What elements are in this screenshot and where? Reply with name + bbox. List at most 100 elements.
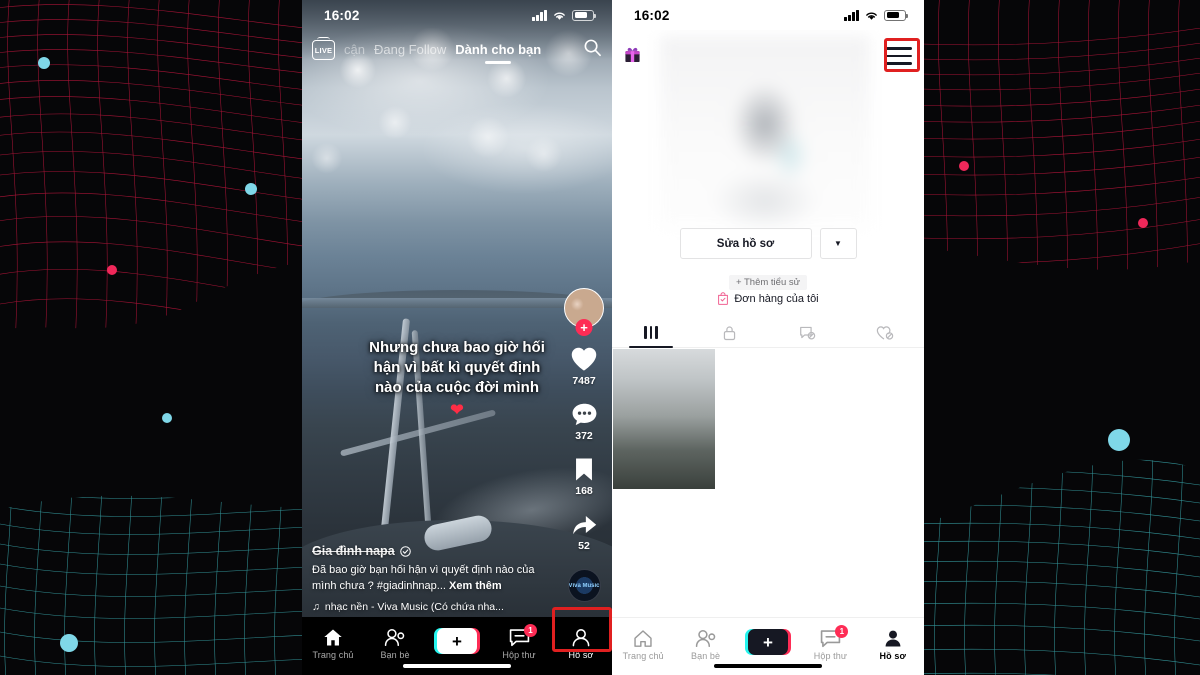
grid-icon: [644, 326, 658, 339]
video-action-rail: + 7487 372 168 52 Viva Music: [561, 288, 607, 602]
blurred-profile-info: [660, 36, 870, 228]
video-thumbnail[interactable]: [613, 349, 716, 489]
lock-icon: [723, 325, 735, 340]
tab-profile-right[interactable]: Hồ sơ: [865, 625, 921, 664]
bookmark-button[interactable]: 168: [573, 457, 595, 497]
status-bar-right: 16:02: [612, 0, 924, 30]
create-plus-icon[interactable]: +: [434, 628, 480, 654]
subtitle-line-3: nào của cuộc đời mình: [374, 378, 540, 396]
heart-emoji-icon: ❤: [450, 402, 464, 420]
background-dot: [1108, 429, 1130, 451]
tab-friends-right[interactable]: Bạn bè: [678, 625, 734, 664]
nav-tab-for-you[interactable]: Dành cho bạn: [455, 42, 541, 59]
subtitle-line-2: hận vì bất kì quyết định: [373, 358, 541, 376]
creator-avatar[interactable]: +: [564, 288, 604, 336]
caption-text[interactable]: Đã bao giờ bạn hối hận vì quyết định nào…: [312, 563, 544, 595]
tab-inbox-left[interactable]: 1 Hộp thư: [491, 624, 547, 663]
tab-home-left[interactable]: Trang chủ: [305, 624, 361, 663]
background-dot: [959, 161, 969, 171]
profile-video-grid: [612, 349, 924, 489]
tab-label: Hộp thư: [502, 650, 536, 660]
background-dot: [107, 265, 117, 275]
username-text: Gia đình napa: [312, 544, 395, 559]
my-orders-label: Đơn hàng của tôi: [734, 292, 819, 305]
status-icons: [844, 9, 908, 21]
music-disc-label: Viva Music: [568, 582, 600, 589]
tab-friends-left[interactable]: Bạn bè: [367, 624, 423, 663]
home-icon: [634, 630, 652, 647]
nav-tab-following[interactable]: Đang Follow: [374, 42, 446, 59]
subtitle-line-1: Nhưng chưa bao giờ hối: [369, 339, 545, 356]
wifi-icon: [554, 12, 565, 20]
video-caption-block: Gia đình napa Đã bao giờ bạn hối hận vì …: [312, 544, 544, 613]
profile-tab-posts[interactable]: [612, 318, 690, 347]
shopping-bag-icon: [718, 292, 729, 305]
heart-hidden-icon: [876, 325, 894, 340]
home-icon: [324, 629, 342, 646]
friends-icon: [695, 629, 715, 647]
profile-tabs: [612, 318, 924, 348]
grid-empty-cell: [717, 349, 819, 489]
inbox-badge: 1: [835, 625, 849, 638]
add-bio-row: + Thêm tiểu sử: [612, 272, 924, 290]
comment-button[interactable]: 372: [571, 402, 598, 442]
creator-username[interactable]: Gia đình napa: [312, 544, 544, 558]
profile-header: [612, 30, 924, 258]
music-title: nhạc nền - Viva Music (Có chứa nha...: [324, 601, 504, 613]
tab-profile-left[interactable]: Hồ sơ: [553, 624, 609, 663]
profile-tab-reposts[interactable]: [768, 318, 846, 347]
tab-label: Bạn bè: [691, 651, 721, 661]
comment-count: 372: [575, 430, 593, 442]
like-count: 7487: [572, 375, 596, 387]
profile-more-dropdown[interactable]: ▼: [819, 228, 857, 259]
background-dot: [162, 413, 172, 423]
profile-tab-liked[interactable]: [846, 318, 924, 347]
share-icon: [572, 515, 596, 535]
right-phone-screen: 16:02 Sửa hồ sơ ▼ + Thêm tiểu sử Đơn hàn…: [612, 0, 924, 675]
share-button[interactable]: 52: [571, 512, 598, 552]
profile-icon: [572, 629, 590, 647]
live-button[interactable]: LIVE: [312, 37, 335, 60]
tab-create-left[interactable]: +: [429, 624, 485, 657]
create-plus-icon[interactable]: +: [744, 629, 791, 655]
nav-tab-nearby[interactable]: cận: [344, 42, 365, 59]
bookmark-icon: [576, 458, 592, 481]
follow-plus-icon[interactable]: +: [575, 319, 593, 336]
comment-icon: [572, 403, 596, 426]
background-dot: [38, 57, 50, 69]
status-time: 16:02: [634, 7, 670, 23]
tab-inbox-right[interactable]: 1 Hộp thư: [802, 625, 858, 664]
search-icon[interactable]: [583, 38, 602, 62]
like-button[interactable]: 7487: [570, 346, 598, 387]
my-orders-row[interactable]: Đơn hàng của tôi: [612, 292, 924, 305]
bottom-tabbar-right: Trang chủ Bạn bè + 1 Hộp thư Hồ sơ: [612, 617, 924, 675]
gift-box-icon[interactable]: [624, 45, 641, 63]
music-note-icon: ♫: [312, 601, 320, 613]
feed-top-nav: LIVE cận Đang Follow Dành cho bạn: [302, 37, 612, 62]
status-icons: [532, 9, 596, 21]
music-disc-icon[interactable]: Viva Music: [567, 569, 601, 602]
edit-profile-button[interactable]: Sửa hồ sơ: [679, 228, 812, 259]
chevron-down-icon: ▼: [834, 239, 842, 248]
tab-create-right[interactable]: +: [740, 625, 796, 658]
profile-icon: [885, 630, 901, 647]
see-more-link[interactable]: Xem thêm: [449, 580, 502, 592]
status-bar-left: 16:02: [302, 0, 612, 30]
grid-empty-cell: [821, 349, 923, 489]
music-row[interactable]: ♫ nhạc nền - Viva Music (Có chứa nha...: [312, 601, 544, 613]
bottom-tabbar-left: Trang chủ Bạn bè + 1 Hộp thư Hồ sơ: [302, 617, 612, 675]
bookmark-count: 168: [575, 485, 593, 497]
repost-icon: [799, 326, 815, 339]
screenshot-root: 16:02 LIVE cận Đang Follow Dành cho bạn: [0, 0, 1200, 675]
background-dot: [1138, 218, 1148, 228]
tab-label: Bạn bè: [380, 650, 410, 660]
hamburger-menu-icon[interactable]: [886, 44, 912, 68]
add-bio-button[interactable]: + Thêm tiểu sử: [728, 275, 807, 290]
tab-home-right[interactable]: Trang chủ: [615, 625, 671, 664]
check-badge-icon: [399, 545, 411, 557]
home-indicator-left: [403, 664, 511, 668]
profile-tab-private[interactable]: [690, 318, 768, 347]
home-indicator-right: [714, 664, 822, 668]
status-time: 16:02: [324, 7, 360, 23]
tab-label: Hộp thư: [813, 651, 847, 661]
